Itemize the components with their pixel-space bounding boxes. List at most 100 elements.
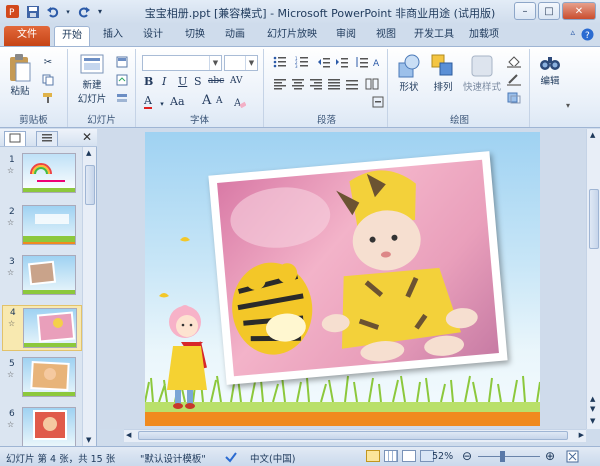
scroll-right-icon[interactable]: ▶ [579,431,584,439]
close-icon[interactable]: ✕ [82,130,92,144]
section-icon[interactable] [114,91,130,105]
scrollbar-thumb[interactable] [589,189,599,249]
shape-effects-icon[interactable] [506,91,522,105]
clear-format-icon[interactable]: A [232,95,248,109]
columns-icon[interactable] [364,77,380,91]
collapse-ribbon-icon[interactable]: ▾ [566,101,570,110]
tab-addins[interactable]: 加载项 [464,26,504,46]
close-button[interactable]: ✕ [562,2,596,20]
fit-to-window-icon[interactable] [566,450,579,466]
align-left-icon[interactable] [272,77,288,91]
numbering-icon[interactable]: 123 [294,55,310,69]
tab-transitions[interactable]: 切换 [178,26,212,46]
tab-developer[interactable]: 开发工具 [410,26,458,46]
zoom-slider-thumb[interactable] [500,451,505,462]
arrange-button[interactable]: 排列 [428,53,458,93]
strikethrough-button[interactable]: S [194,75,202,88]
tab-view[interactable]: 视图 [370,26,402,46]
photo-frame[interactable] [208,151,508,385]
scrollbar-thumb[interactable] [138,431,568,440]
font-color-button[interactable]: A [144,95,152,109]
undo-icon[interactable] [44,3,61,20]
layout-icon[interactable] [114,55,130,69]
editor-vertical-scrollbar[interactable]: ▲ ▲ ▼ ▼ [586,129,600,429]
spellcheck-icon[interactable] [224,450,238,466]
reading-view-icon[interactable] [402,450,416,462]
shape-outline-icon[interactable] [506,73,522,87]
tab-home[interactable]: 开始 [54,26,90,46]
grow-font-button[interactable]: A [202,93,211,108]
bold-button[interactable]: B [144,75,153,88]
tab-slideshow[interactable]: 幻灯片放映 [262,26,322,46]
align-text-icon[interactable] [370,95,386,109]
slide-sorter-icon[interactable] [384,450,398,462]
italic-button[interactable]: I [162,75,166,88]
chevron-down-icon[interactable]: ▾ [154,97,170,111]
reset-icon[interactable] [114,73,130,87]
bullets-icon[interactable] [272,55,288,69]
shrink-font-button[interactable]: A [216,96,223,106]
current-slide[interactable] [145,132,540,426]
slide-thumb-5[interactable]: 5 ☆ [0,357,82,405]
increase-indent-icon[interactable] [334,55,350,69]
align-right-icon[interactable] [308,77,324,91]
shapes-button[interactable]: 形状 [394,53,424,93]
minimize-ribbon-icon[interactable]: ▵ [570,28,575,44]
next-slide-icon[interactable]: ▼ [590,417,595,425]
tab-animations[interactable]: 动画 [218,26,252,46]
slide-thumb-4[interactable]: 4 ☆ [2,305,82,351]
scroll-up-icon[interactable]: ▲ [590,131,595,139]
previous-slide-icon[interactable]: ▲ [590,395,595,403]
quick-styles-button[interactable]: 快速样式 [462,53,502,93]
tab-review[interactable]: 审阅 [330,26,362,46]
language-indicator[interactable]: 中文(中国) [250,451,295,465]
maximize-button[interactable]: □ [538,2,560,20]
save-icon[interactable] [24,3,41,20]
scroll-down-icon[interactable]: ▼ [590,405,595,413]
scroll-left-icon[interactable]: ◀ [126,431,131,439]
slides-panel-scrollbar[interactable]: ▲ ▼ [82,147,96,446]
align-center-icon[interactable] [290,77,306,91]
customize-qat-icon[interactable]: ▾ [95,3,105,20]
tab-file[interactable]: 文件 [4,26,50,46]
cut-icon[interactable]: ✂ [40,55,56,69]
zoom-out-button[interactable]: ⊖ [462,449,472,463]
normal-view-icon[interactable] [366,450,380,462]
scroll-up-icon[interactable]: ▲ [86,149,91,157]
zoom-slider[interactable] [478,456,540,457]
undo-dropdown-icon[interactable]: ▾ [64,3,72,20]
redo-icon[interactable] [75,3,92,20]
text-direction-icon[interactable]: A [370,55,386,69]
minimize-button[interactable]: – [514,2,536,20]
slide-thumb-3[interactable]: 3 ☆ [0,255,82,303]
outline-tab[interactable] [36,131,58,146]
scrollbar-thumb[interactable] [85,165,95,205]
powerpoint-logo-icon[interactable]: P [4,3,21,20]
paste-button[interactable]: 粘贴 [5,53,35,97]
new-slide-button[interactable]: 新建 幻灯片 [74,53,110,105]
tab-design[interactable]: 设计 [136,26,170,46]
slides-tab[interactable] [4,131,26,146]
change-case-button[interactable]: Aa [170,95,185,108]
slide-thumb-2[interactable]: 2 ☆ [0,205,82,253]
font-name-combo[interactable]: ▼ [142,55,222,71]
tab-insert[interactable]: 插入 [96,26,130,46]
zoom-in-button[interactable]: ⊕ [545,449,555,463]
underline-button[interactable]: U [178,75,187,88]
help-icon[interactable]: ? [581,28,594,44]
format-painter-icon[interactable] [40,91,56,105]
scroll-down-icon[interactable]: ▼ [86,436,91,444]
shape-fill-icon[interactable] [506,55,522,69]
copy-icon[interactable] [40,73,56,87]
slide-thumb-1[interactable]: 1 ☆ [0,153,82,201]
justify-icon[interactable] [326,77,342,91]
font-size-combo[interactable]: ▼ [224,55,258,71]
line-spacing-icon[interactable] [354,55,370,69]
char-spacing-button[interactable]: AV [230,76,243,86]
editing-button[interactable]: 编辑 [536,53,564,87]
editor-horizontal-scrollbar[interactable]: ◀ ▶ [124,429,586,442]
strikethrough-abc-button[interactable]: abc [208,76,224,86]
distribute-icon[interactable] [344,77,360,91]
decrease-indent-icon[interactable] [316,55,332,69]
zoom-level[interactable]: 52% [432,451,453,462]
